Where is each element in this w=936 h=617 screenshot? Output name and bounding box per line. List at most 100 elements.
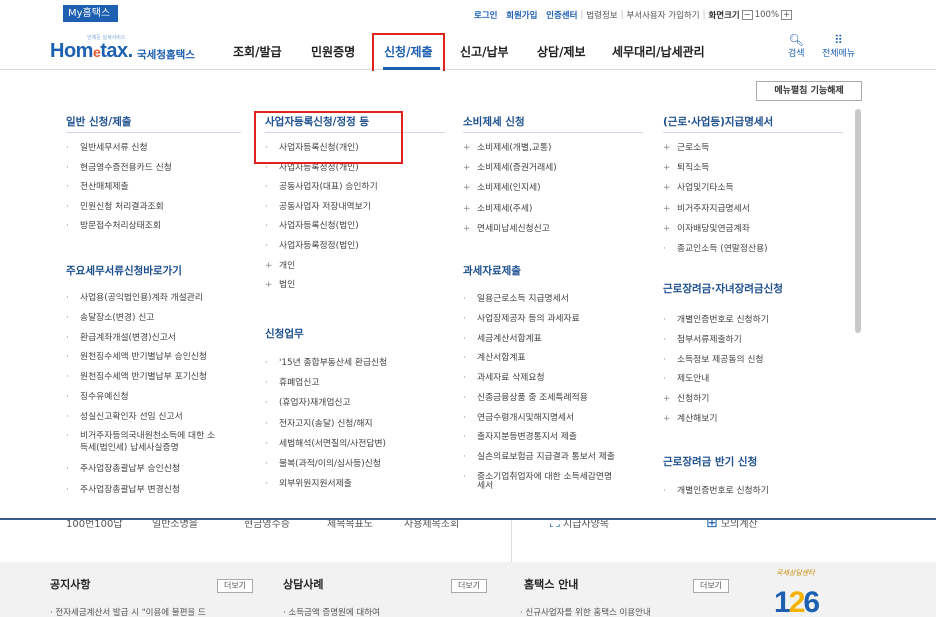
menu-item[interactable]: · 출자지분등변경통지서 제출 — [463, 432, 577, 443]
plus-icon: + — [463, 183, 471, 194]
menu-item[interactable]: · 불복(과적/이의/심사등)신청 — [265, 459, 381, 470]
menu-item[interactable]: · 송달장소(변경) 신고 — [66, 313, 154, 324]
hidden-link[interactable]: 일반소명을 — [152, 520, 198, 530]
menu-item[interactable]: · 제도안내 — [663, 374, 709, 385]
menu-item[interactable]: · 징수유예신청 — [66, 392, 129, 403]
menu-item[interactable]: · 비거주자등의국내원천소득에 대한 소 — [66, 431, 215, 442]
menu-item[interactable]: · (휴업자)재개업신고 — [265, 398, 351, 409]
menu-item[interactable]: · 공동사업자 저장내역보기 — [265, 202, 371, 213]
menu-item[interactable]: · 세법해석(서면질의/사전답변) — [265, 439, 386, 450]
menu-item[interactable]: + 비거주자지급명세서 — [663, 204, 750, 215]
dept-user-join-link[interactable]: 부서사용자 가입하기 — [626, 9, 699, 21]
login-link[interactable]: 로그인 — [474, 9, 497, 21]
nav-civil-certificate[interactable]: 민원증명 — [311, 43, 355, 60]
zoom-out-button[interactable]: − — [741, 10, 753, 20]
nav-report-pay[interactable]: 신고/납부 — [460, 43, 509, 60]
menu-item[interactable]: + 소비제세(증권거래세) — [463, 163, 557, 174]
tax-consult-center-badge[interactable]: 국세상담센터 126 — [770, 568, 860, 617]
menu-item[interactable]: · 연금수령개시및해지명세서 — [463, 413, 574, 424]
menu-item[interactable]: · 사업장제공자 등의 과세자료 — [463, 314, 580, 325]
menu-item[interactable]: 득세(법인세) 납세사실증명 — [66, 443, 179, 454]
grid-icon: ⠿ — [834, 33, 843, 47]
menu-item[interactable]: · 개별인증번호로 신청하기 — [663, 315, 769, 326]
menu-item[interactable]: · 종교인소득 (연말정산용) — [663, 244, 768, 255]
menu-item[interactable]: · 주사업장총괄납부 승인신청 — [66, 464, 180, 475]
menu-item[interactable]: · 외부위원지원서제출 — [265, 479, 352, 490]
menu-item-label: 소비제세(주세) — [477, 203, 533, 214]
nav-consult-report[interactable]: 상담/제보 — [537, 43, 586, 60]
badge-caption: 국세상담센터 — [776, 569, 815, 577]
hidden-link[interactable]: 100번100답 — [66, 520, 123, 530]
bullet-icon: · — [265, 398, 268, 409]
guide-more-button[interactable]: 더보기 — [693, 579, 729, 593]
myhome-tab[interactable]: My홈택스 — [63, 5, 118, 22]
notice-more-button[interactable]: 더보기 — [217, 579, 253, 593]
menu-item-label: 주사업장총괄납부 승인신청 — [80, 464, 180, 474]
guide-item[interactable]: · 신규사업자를 위한 홈택스 이용안내 — [520, 606, 651, 617]
menu-item[interactable]: · 첨부서류제출하기 — [663, 335, 742, 346]
menu-item[interactable]: · 환급계좌개설(변경)신고서 — [66, 333, 176, 344]
menu-expand-toggle-button[interactable]: 메뉴펼침 기능해제 — [756, 81, 862, 101]
menu-item[interactable]: · 일반세무서류 신청 — [66, 143, 148, 154]
menu-item[interactable]: + 퇴직소득 — [663, 163, 709, 174]
cert-center-link[interactable]: 인증센터 — [546, 9, 577, 21]
hidden-link-label: 지급사양목 — [563, 520, 609, 530]
menu-item[interactable]: + 이자배당및연금계좌 — [663, 224, 750, 235]
search-icon: 🔍︎ — [788, 33, 804, 47]
zoom-in-button[interactable]: + — [781, 10, 793, 20]
menu-item[interactable]: · 공동사업자(대표) 승인하기 — [265, 182, 378, 193]
menu-item[interactable]: · 전자고지(송달) 신청/해지 — [265, 419, 373, 430]
case-more-button[interactable]: 더보기 — [451, 579, 487, 593]
hidden-link[interactable]: ⊞ 모의계산 — [706, 520, 758, 531]
menu-item[interactable]: · 개별인증번호로 신청하기 — [663, 486, 769, 497]
menu-item[interactable]: + 계산해보기 — [663, 414, 717, 425]
hidden-link[interactable]: 사용제목조회 — [404, 520, 459, 530]
menu-item[interactable]: · 방문접수처리상태조회 — [66, 221, 161, 232]
menu-item[interactable]: + 개인 — [265, 261, 295, 272]
menu-item[interactable]: · 휴폐업신고 — [265, 378, 319, 389]
menu-scrollbar[interactable] — [855, 109, 861, 333]
nav-inquiry-issue[interactable]: 조회/발급 — [233, 43, 282, 60]
hidden-link[interactable]: 제목목표노 — [327, 520, 373, 530]
menu-item[interactable]: · 원천징수세액 반기별납부 포기신청 — [66, 372, 207, 383]
case-item[interactable]: · 소득금액 증명원에 대하여 — [283, 606, 380, 617]
notice-item[interactable]: · 전자세금계산서 발급 시 "이용에 불편을 드 — [50, 606, 206, 617]
menu-item-label: 세법해석(서면질의/사전답변) — [279, 438, 386, 449]
menu-item-label: 법인 — [279, 280, 296, 291]
menu-item[interactable]: 세서 — [463, 481, 493, 492]
menu-item[interactable]: · '15년 종합부동산세 환급신청 — [265, 358, 387, 369]
menu-item[interactable]: · 사업자등록정정(법인) — [265, 241, 359, 252]
search-button[interactable]: 🔍︎ 검색 — [788, 34, 805, 59]
menu-item[interactable]: · 과세자료 삭제요청 — [463, 373, 545, 384]
menu-item[interactable]: · 계산서합계표 — [463, 353, 526, 364]
menu-item[interactable]: · 사업자등록정정(개인) — [265, 163, 359, 174]
menu-item[interactable]: · 소득정보 제공동의 신청 — [663, 355, 764, 366]
menu-item[interactable]: + 근로소득 — [663, 143, 709, 154]
menu-item[interactable]: · 원천징수세액 반기별납부 승인신청 — [66, 352, 207, 363]
menu-item[interactable]: + 면세미납세신청신고 — [463, 224, 550, 235]
menu-item[interactable]: + 소비제세(개별,교통) — [463, 143, 551, 154]
menu-item-label: 소비제세(개별,교통) — [477, 143, 552, 153]
menu-item[interactable]: · 현금영수증전용카드 신청 — [66, 163, 172, 174]
menu-item[interactable]: + 소비제세(인지세) — [463, 183, 541, 194]
menu-item[interactable]: + 사업및기타소득 — [663, 183, 734, 194]
menu-item[interactable]: · 전산매체제출 — [66, 182, 129, 193]
menu-item[interactable]: · 성실신고확인자 선임 신고서 — [66, 412, 183, 423]
menu-item[interactable]: + 신청하기 — [663, 394, 709, 405]
signup-link[interactable]: 회원가입 — [506, 9, 537, 21]
law-info-link[interactable]: 법령정보 — [586, 9, 617, 21]
menu-item[interactable]: · 주사업장총괄납부 변경신청 — [66, 485, 180, 496]
menu-item[interactable]: · 일용근로소득 지급명세서 — [463, 294, 569, 305]
menu-item[interactable]: + 법인 — [265, 280, 295, 291]
menu-item[interactable]: · 사업자등록신청(법인) — [265, 221, 359, 232]
hidden-link[interactable]: ⛶ 지급사양목 — [550, 520, 609, 531]
hidden-link[interactable]: 현금영수증 — [244, 520, 290, 530]
menu-item[interactable]: + 소비제세(주세) — [463, 204, 532, 215]
nav-tax-agent[interactable]: 세무대리/납세관리 — [612, 43, 705, 60]
menu-item[interactable]: · 세금계산서합계표 — [463, 334, 542, 345]
all-menu-button[interactable]: ⠿ 전체메뉴 — [822, 34, 855, 59]
menu-item[interactable]: · 사업용(공익법인용)계좌 개설관리 — [66, 293, 203, 304]
menu-item[interactable]: · 신종금융상품 중 조세특례적용 — [463, 393, 588, 404]
menu-item[interactable]: · 민원신청 처리결과조회 — [66, 202, 164, 213]
menu-item[interactable]: · 실손의료보험금 지급결과 통보서 제출 — [463, 452, 615, 463]
